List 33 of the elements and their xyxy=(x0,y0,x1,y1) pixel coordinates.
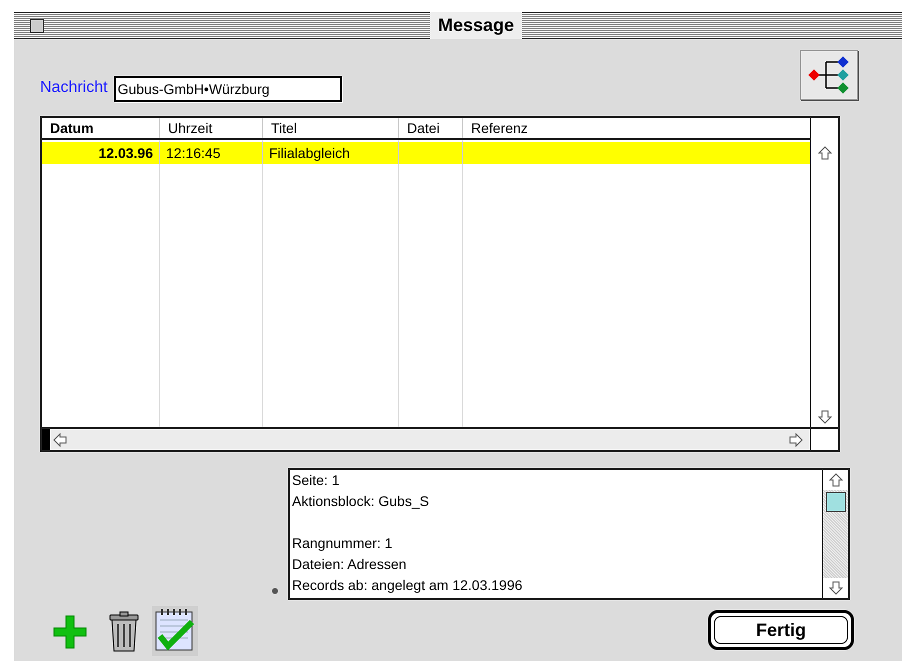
scroll-up-icon[interactable] xyxy=(828,472,844,488)
message-field[interactable]: Gubus-GmbH•Würzburg xyxy=(114,76,342,102)
tree-button[interactable] xyxy=(800,50,858,100)
details-line: Records ab: angelegt am 12.03.1996 xyxy=(292,576,524,595)
details-line: Aktionsblock: Gubs_S xyxy=(292,492,430,511)
trash-icon xyxy=(109,611,139,653)
table-cell-text: 12:16:45 xyxy=(166,144,220,162)
table-row[interactable]: 12.03.96 12:16:45 Filialabgleich xyxy=(42,142,810,164)
details-line: Seite: 1 xyxy=(292,471,340,490)
details-scrollbar[interactable] xyxy=(822,470,848,598)
table-cell-text: 12.03.96 xyxy=(98,144,153,162)
scroll-thumb[interactable] xyxy=(826,492,846,512)
scroll-down-icon[interactable] xyxy=(828,580,844,596)
column-header[interactable]: Uhrzeit xyxy=(160,118,263,138)
column-header[interactable]: Datum xyxy=(42,118,160,138)
scroll-up-icon[interactable] xyxy=(816,145,832,161)
plus-icon xyxy=(52,614,88,650)
close-box[interactable] xyxy=(30,18,44,32)
scroll-left-icon[interactable] xyxy=(52,432,68,448)
scroll-down-icon[interactable] xyxy=(816,409,832,425)
done-button[interactable]: Fertig xyxy=(708,610,854,650)
column-header[interactable]: Datei xyxy=(399,118,463,138)
checklist-button[interactable] xyxy=(152,606,198,656)
table-cell-text: Filialabgleich xyxy=(269,144,350,163)
column-header[interactable]: Referenz xyxy=(463,118,810,138)
column-header[interactable]: Titel xyxy=(263,118,399,138)
details-line: Dateien: Adressen xyxy=(292,555,408,574)
bullet-icon xyxy=(272,588,278,594)
details-line: Rangnummer: 1 xyxy=(292,534,394,553)
horizontal-scrollbar[interactable] xyxy=(42,429,810,450)
window-title: Message xyxy=(430,12,522,39)
scroll-right-icon[interactable] xyxy=(788,432,804,448)
field-label: Nachricht xyxy=(40,78,108,98)
